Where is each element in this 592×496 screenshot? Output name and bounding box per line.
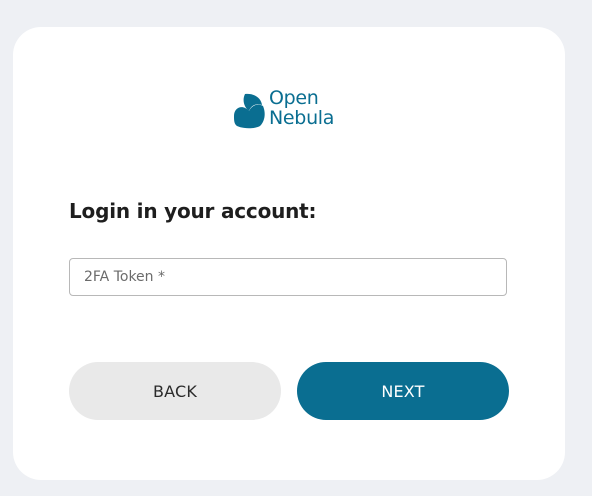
opennebula-logo-icon [234,93,265,129]
page-title: Login in your account: [69,199,317,223]
login-card: Open Nebula Login in your account: BACK … [13,27,565,480]
2fa-token-field[interactable] [69,258,507,296]
back-button[interactable]: BACK [69,362,281,420]
2fa-token-input[interactable] [70,259,506,295]
next-button[interactable]: NEXT [297,362,509,420]
logo-text-open: Open [269,87,319,109]
brand-logo: Open Nebula [231,88,351,133]
logo-text-nebula: Nebula [269,107,335,129]
logo-wordmark: Open Nebula [269,88,334,128]
